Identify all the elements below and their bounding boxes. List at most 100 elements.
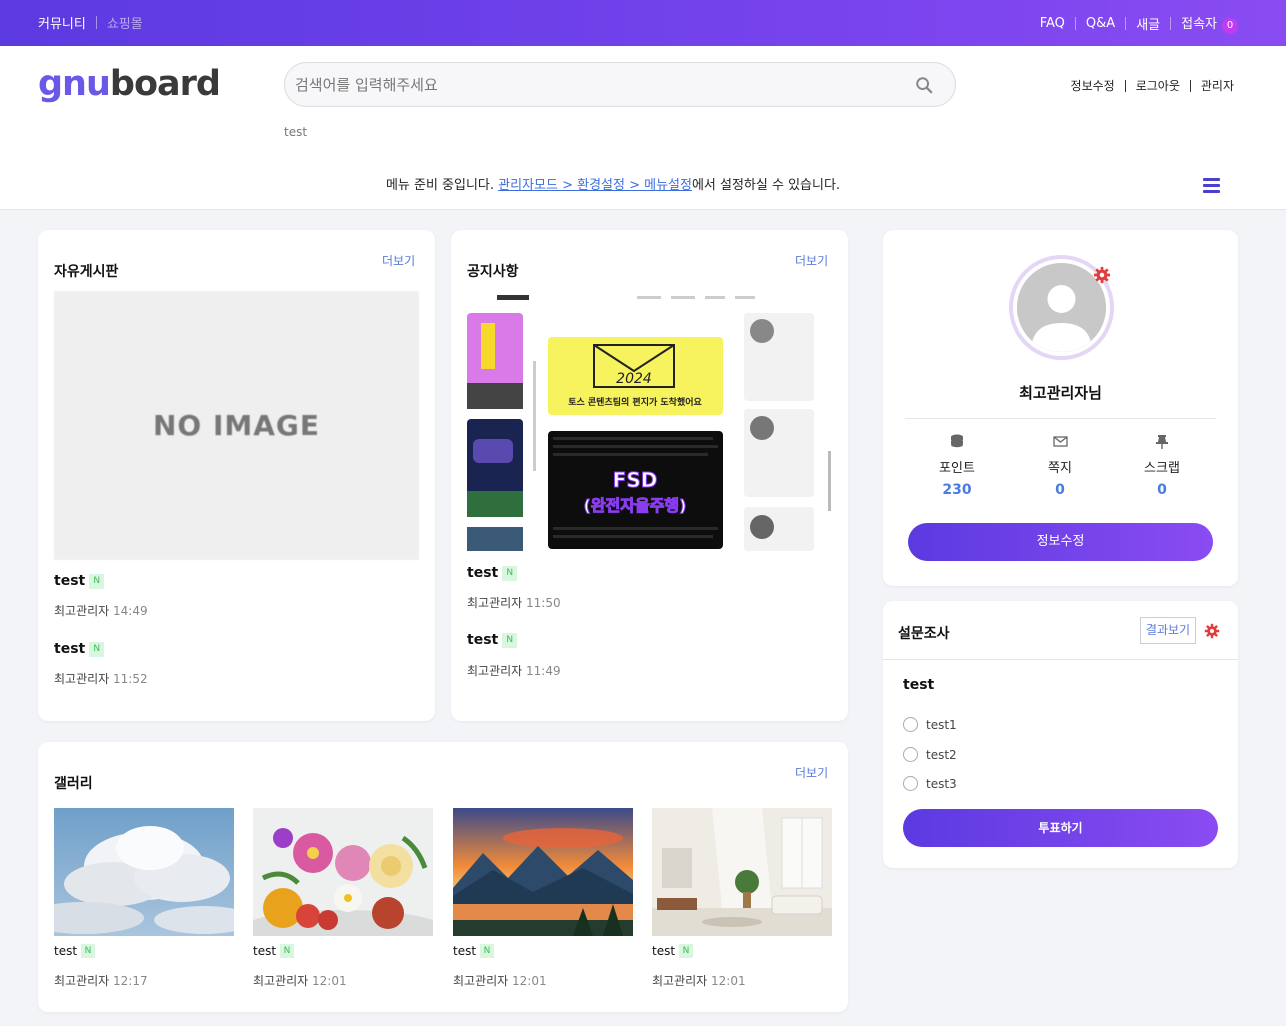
post-title[interactable]: test N <box>54 641 105 657</box>
stat-messages[interactable]: 쪽지 0 <box>1020 434 1100 498</box>
stat-label: 포인트 <box>939 461 975 476</box>
thumb-fsd-text: FSD <box>613 468 658 492</box>
post-title-text: test <box>467 565 499 581</box>
card-title: 자유게시판 <box>54 264 119 280</box>
gallery-item-meta: 최고관리자 12:01 <box>453 972 547 989</box>
search-box <box>284 62 956 107</box>
stat-value: 230 <box>942 482 972 498</box>
more-link[interactable]: 더보기 <box>382 252 415 269</box>
new-badge: N <box>280 944 295 958</box>
thumb-year-text: 2024 <box>616 371 652 387</box>
vote-button[interactable]: 투표하기 <box>903 809 1218 847</box>
poll-option[interactable]: test1 <box>903 717 957 732</box>
new-badge: N <box>81 944 96 958</box>
post-author: 최고관리자 <box>54 672 110 686</box>
admin-link[interactable]: 관리자 <box>1201 77 1234 94</box>
gallery-item-title[interactable]: test N <box>253 944 295 958</box>
divider <box>1124 79 1126 92</box>
gallery-image-clouds[interactable] <box>54 808 234 936</box>
card-title: 갤러리 <box>54 776 93 792</box>
envelope-icon <box>1052 436 1068 447</box>
radio-button[interactable] <box>903 717 918 732</box>
visitors-link[interactable]: 접속자 0 <box>1181 13 1238 34</box>
post-title[interactable]: test N <box>467 565 518 581</box>
poll-option-label: test3 <box>926 776 957 791</box>
gallery-item-title[interactable]: test N <box>652 944 694 958</box>
card-title: 공지사항 <box>467 264 519 280</box>
hamburger-menu-icon[interactable] <box>1203 178 1220 193</box>
new-badge: N <box>679 944 694 958</box>
radio-button[interactable] <box>903 776 918 791</box>
member-links: 정보수정 로그아웃 관리자 <box>1071 77 1234 94</box>
faq-link[interactable]: FAQ <box>1040 16 1065 31</box>
new-badge: N <box>89 573 105 589</box>
gallery-item-title[interactable]: test N <box>453 944 495 958</box>
shop-link[interactable]: 쇼핑몰 <box>107 13 143 32</box>
radio-button[interactable] <box>903 747 918 762</box>
logo-part-board: board <box>109 64 221 104</box>
stat-value: 0 <box>1055 482 1065 498</box>
poll-option[interactable]: test3 <box>903 776 957 791</box>
post-title[interactable]: test N <box>54 573 105 589</box>
notice-card: 공지사항 더보기 2024 토스 콘텐츠팀의 편지가 도착했어요 FSD (완전… <box>451 230 848 721</box>
search-icon[interactable] <box>915 76 933 94</box>
logout-link[interactable]: 로그아웃 <box>1136 77 1180 94</box>
edit-info-link[interactable]: 정보수정 <box>1071 77 1115 94</box>
profile-card: 최고관리자님 포인트 230 쪽지 0 스크랩 0 정보수정 <box>883 230 1238 586</box>
visitors-label: 접속자 <box>1181 17 1217 32</box>
more-link[interactable]: 더보기 <box>795 764 828 781</box>
post-title[interactable]: test N <box>467 632 518 648</box>
poll-card: 설문조사 결과보기 test test1 test2 test3 투표하기 <box>883 601 1238 868</box>
coins-icon <box>951 434 963 448</box>
divider <box>95 16 97 29</box>
settings-gear-icon[interactable] <box>1093 266 1111 284</box>
post-meta: 최고관리자 11:52 <box>54 670 148 687</box>
site-logo[interactable]: gnuboard <box>38 64 221 104</box>
popular-keyword[interactable]: test <box>284 125 307 139</box>
stat-points[interactable]: 포인트 230 <box>917 434 997 498</box>
thumb-fsd-sub-text: (완전자율주행) <box>584 496 687 515</box>
gallery-image-flowers[interactable] <box>253 808 433 936</box>
edit-profile-button[interactable]: 정보수정 <box>908 523 1213 561</box>
gallery-title-text: test <box>453 944 477 958</box>
poll-question: test <box>903 677 935 693</box>
post-title-text: test <box>54 641 86 657</box>
qa-link[interactable]: Q&A <box>1086 16 1115 31</box>
more-link[interactable]: 더보기 <box>795 252 828 269</box>
post-time: 11:52 <box>113 672 148 686</box>
post-time: 11:49 <box>526 664 561 678</box>
post-author: 최고관리자 <box>54 974 110 988</box>
stat-label: 스크랩 <box>1144 461 1180 476</box>
free-board-card: 자유게시판 더보기 NO IMAGE test N 최고관리자 14:49 tes… <box>38 230 435 721</box>
poll-results-button[interactable]: 결과보기 <box>1140 617 1196 644</box>
stat-scraps[interactable]: 스크랩 0 <box>1122 434 1202 498</box>
search-input[interactable] <box>295 71 895 99</box>
notice-thumbnail[interactable]: 2024 토스 콘텐츠팀의 편지가 도착했어요 FSD (완전자율주행) <box>467 291 832 551</box>
gallery-image-interior[interactable] <box>652 808 832 936</box>
menu-settings-link[interactable]: 관리자모드 > 환경설정 > 메뉴설정 <box>498 178 692 193</box>
new-badge: N <box>502 632 518 648</box>
post-meta: 최고관리자 11:50 <box>467 594 561 611</box>
gallery-title-text: test <box>54 944 78 958</box>
new-posts-link[interactable]: 새글 <box>1136 14 1160 33</box>
poll-option[interactable]: test2 <box>903 747 957 762</box>
post-time: 12:17 <box>113 974 148 988</box>
gallery-item-meta: 최고관리자 12:17 <box>54 972 148 989</box>
post-time: 12:01 <box>711 974 746 988</box>
community-link[interactable]: 커뮤니티 <box>38 13 86 32</box>
no-image-thumbnail[interactable]: NO IMAGE <box>54 291 419 560</box>
top-bar: 커뮤니티 쇼핑몰 FAQ Q&A 새글 접속자 0 <box>0 0 1286 46</box>
post-author: 최고관리자 <box>652 974 708 988</box>
menu-message-prefix: 메뉴 준비 중입니다. <box>385 178 499 193</box>
post-meta: 최고관리자 11:49 <box>467 662 561 679</box>
divider <box>883 659 1238 660</box>
gallery-item-title[interactable]: test N <box>54 944 96 958</box>
gallery-item-meta: 최고관리자 12:01 <box>253 972 347 989</box>
new-badge: N <box>502 565 518 581</box>
gallery-title-text: test <box>652 944 676 958</box>
top-right-nav: FAQ Q&A 새글 접속자 0 <box>1040 13 1238 34</box>
gallery-image-lake-sunset[interactable] <box>453 808 633 936</box>
menu-message-suffix: 에서 설정하실 수 있습니다. <box>691 178 841 193</box>
settings-gear-icon[interactable] <box>1204 623 1220 639</box>
gallery-card: 갤러리 더보기 test N 최고관리자 12:17 test N 최고관리자 12… <box>38 742 848 1012</box>
